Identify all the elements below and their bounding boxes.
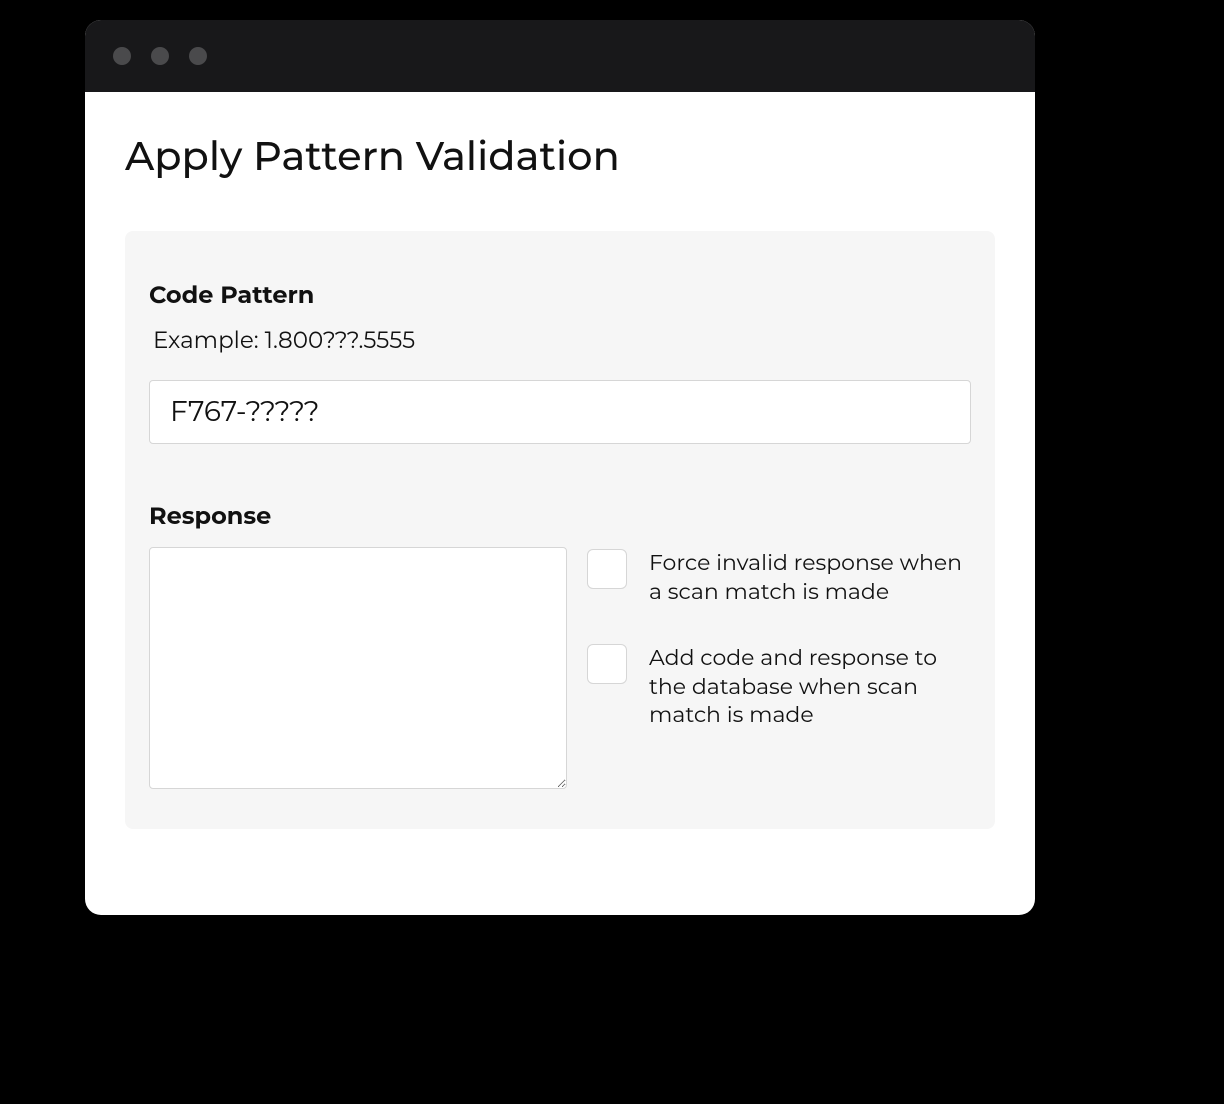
app-window: Apply Pattern Validation Code Pattern Ex… <box>85 20 1035 915</box>
window-controls <box>113 47 207 65</box>
force-invalid-checkbox[interactable] <box>587 549 627 589</box>
window-titlebar <box>85 20 1035 92</box>
close-icon[interactable] <box>113 47 131 65</box>
response-textarea[interactable] <box>149 547 567 789</box>
minimize-icon[interactable] <box>151 47 169 65</box>
checkbox-group: Force invalid response when a scan match… <box>587 547 971 730</box>
response-row: Force invalid response when a scan match… <box>149 547 971 789</box>
add-to-db-label: Add code and response to the database wh… <box>649 644 971 730</box>
page-title: Apply Pattern Validation <box>125 132 995 181</box>
response-heading: Response <box>149 502 971 531</box>
code-pattern-input[interactable] <box>149 380 971 444</box>
form-panel: Code Pattern Example: 1.800???.5555 Resp… <box>125 231 995 829</box>
response-section: Response Force invalid response when a s… <box>149 502 971 789</box>
checkbox-item-force-invalid: Force invalid response when a scan match… <box>587 549 971 606</box>
checkbox-item-add-to-db: Add code and response to the database wh… <box>587 644 971 730</box>
force-invalid-label: Force invalid response when a scan match… <box>649 549 971 606</box>
code-pattern-heading: Code Pattern <box>149 281 971 310</box>
maximize-icon[interactable] <box>189 47 207 65</box>
code-pattern-section: Code Pattern Example: 1.800???.5555 <box>149 281 971 444</box>
content-area: Apply Pattern Validation Code Pattern Ex… <box>85 92 1035 869</box>
code-pattern-example: Example: 1.800???.5555 <box>153 326 971 354</box>
add-to-db-checkbox[interactable] <box>587 644 627 684</box>
